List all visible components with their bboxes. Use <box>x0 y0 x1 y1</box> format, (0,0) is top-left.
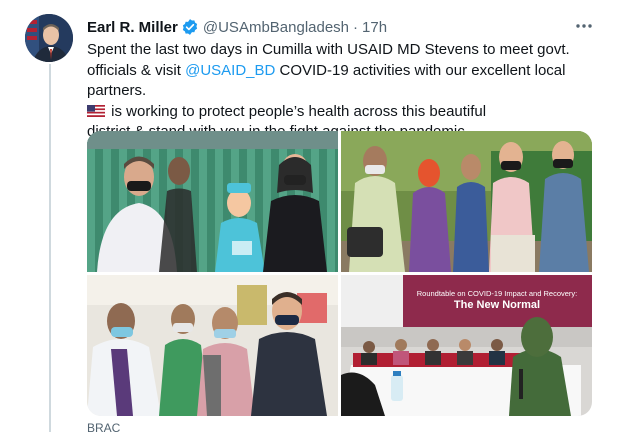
tweet-text-line-4: is working to protect people’s health ac… <box>87 102 607 123</box>
photo-4[interactable]: Roundtable on COVID-19 Impact and Recove… <box>341 275 592 416</box>
mention-link[interactable]: @USAID_BD <box>185 62 275 79</box>
photo-grid: Roundtable on COVID-19 Impact and Recove… <box>87 131 592 416</box>
tweet-text: Spent the last two days in Cumilla with … <box>87 40 607 143</box>
tweet-text-line-3: partners. <box>87 82 147 99</box>
tweet-text-segment: is working to protect people’s health ac… <box>107 102 487 120</box>
tweet-text-line-2: officials & visit @USAID_BD COVID-19 act… <box>87 61 607 82</box>
flag-us-icon <box>87 103 105 117</box>
banner-subtitle: Roundtable on COVID-19 Impact and Recove… <box>417 289 578 298</box>
banner-heading: The New Normal <box>454 299 540 311</box>
tweet-text-segment: officials & visit <box>87 61 186 79</box>
photo-3[interactable] <box>87 275 338 416</box>
tweet-timestamp[interactable]: 17h <box>362 19 387 36</box>
author-name[interactable]: Earl R. Miller <box>87 19 178 36</box>
header-separator: · <box>353 18 359 36</box>
tweet-text-line-1: Spent the last two days in Cumilla with … <box>87 41 570 58</box>
author-handle[interactable]: @USAmbBangladesh <box>203 19 349 36</box>
avatar[interactable] <box>25 14 73 62</box>
photo-1[interactable] <box>87 131 338 272</box>
more-horizontal-icon[interactable] <box>574 16 594 36</box>
media-source-label[interactable]: BRAC <box>87 421 120 435</box>
verified-badge-icon <box>181 18 199 36</box>
tweet-text-segment: COVID-19 activities with our excellent l… <box>275 61 566 79</box>
thread-connector-line <box>49 64 51 432</box>
photo-2[interactable] <box>341 131 592 272</box>
tweet-header: Earl R. Miller @USAmbBangladesh · 17h <box>87 17 387 37</box>
